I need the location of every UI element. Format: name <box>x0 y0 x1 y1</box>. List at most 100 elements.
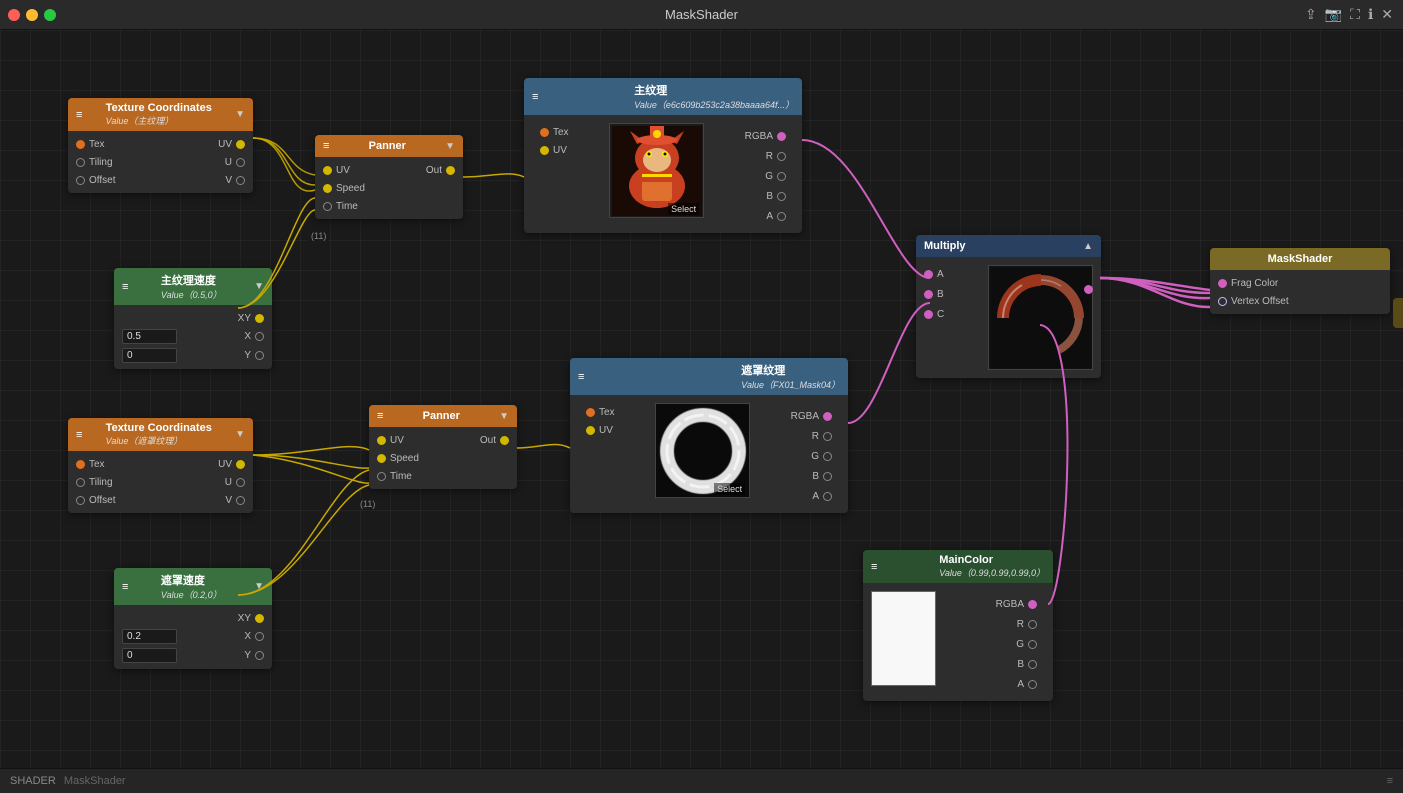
panner-menu-icon-2[interactable]: ≡ <box>377 410 383 422</box>
texsample-b-socket-2[interactable] <box>823 472 832 481</box>
save-button[interactable]: ⬇ <box>1393 298 1403 328</box>
u-socket-2[interactable] <box>236 478 245 487</box>
panner-speed-socket-1[interactable] <box>323 184 332 193</box>
panner-uv-row-2: UV Out <box>369 431 517 449</box>
tex-coord-menu-icon-2[interactable]: ≡ <box>76 429 82 441</box>
uv-socket-1[interactable] <box>236 140 245 149</box>
texsample-b-row-2: B <box>804 467 840 485</box>
maincolor-r-row: R <box>1009 615 1045 633</box>
tiling-socket-2[interactable] <box>76 478 85 487</box>
texsample-menu-icon-2[interactable]: ≡ <box>578 371 584 383</box>
texsample-g-socket-2[interactable] <box>823 452 832 461</box>
maskshader-title: MaskShader <box>1268 253 1333 265</box>
panner-menu-icon-1[interactable]: ≡ <box>323 140 329 152</box>
offset-socket-1[interactable] <box>76 176 85 185</box>
texsample-title-block-2: 遮罩纹理 Value（FX01_Mask04） <box>741 362 840 391</box>
maincolor-node: ≡ MainColor Value（0.99,0.99,0.99,0） RGBA… <box>863 550 1053 701</box>
speed-x-input-1[interactable] <box>122 329 177 344</box>
texsample-uv-socket-1[interactable] <box>540 146 549 155</box>
wire-count-label-2: (11) <box>357 498 378 510</box>
speed-xy-socket-1[interactable] <box>255 314 264 323</box>
tiling-socket-1[interactable] <box>76 158 85 167</box>
texsample-rgba-socket-2[interactable] <box>823 412 832 421</box>
info-icon[interactable]: ℹ <box>1368 6 1373 23</box>
texsample-g-socket-1[interactable] <box>777 172 786 181</box>
bottombar-icon[interactable]: ≡ <box>1387 775 1393 787</box>
tex-coord-dropdown-2[interactable]: ▼ <box>235 429 245 440</box>
u-socket-1[interactable] <box>236 158 245 167</box>
texsample-r-socket-1[interactable] <box>777 152 786 161</box>
titlebar: MaskShader ⇪ 📷 ⛶ ℹ ✕ <box>0 0 1403 30</box>
uv-socket-2[interactable] <box>236 460 245 469</box>
speed-y-socket-2[interactable] <box>255 651 264 660</box>
multiply-c-socket[interactable] <box>924 310 933 319</box>
panner-uv-socket-2[interactable] <box>377 436 386 445</box>
maincolor-b-socket[interactable] <box>1028 660 1037 669</box>
close-button[interactable] <box>8 9 20 21</box>
v-socket-2[interactable] <box>236 496 245 505</box>
speed-subtitle-2: Value（0.2,0） <box>161 588 222 601</box>
maskshader-fragcolor-socket[interactable] <box>1218 279 1227 288</box>
panner-uv-socket-in-1[interactable] <box>323 166 332 175</box>
maincolor-rgba-socket[interactable] <box>1028 600 1037 609</box>
tex-socket-2[interactable] <box>76 460 85 469</box>
texsample-rgba-socket-1[interactable] <box>777 132 786 141</box>
multiply-a-row: A <box>916 265 952 283</box>
multiply-out-socket[interactable] <box>1084 285 1093 294</box>
tex-label-1: Tex <box>89 139 159 150</box>
panner-time-socket-2[interactable] <box>377 472 386 481</box>
menu-icon[interactable]: ≡ <box>76 109 82 121</box>
panner-dropdown-1[interactable]: ▼ <box>445 141 455 152</box>
maincolor-menu-icon[interactable]: ≡ <box>871 561 877 573</box>
tex-coord-dropdown-1[interactable]: ▼ <box>235 109 245 120</box>
speed-y-input-1[interactable] <box>122 348 177 363</box>
speed-dropdown-2[interactable]: ▼ <box>254 581 264 592</box>
titlebar-controls[interactable] <box>8 9 56 21</box>
share-icon[interactable]: ⇪ <box>1305 6 1317 23</box>
texsample-select-label-1[interactable]: Select <box>668 203 699 215</box>
texsample-r-socket-2[interactable] <box>823 432 832 441</box>
texsample-tex-socket-2[interactable] <box>586 408 595 417</box>
speed-x-socket-1[interactable] <box>255 332 264 341</box>
texsample-menu-icon-1[interactable]: ≡ <box>532 91 538 103</box>
maincolor-a-socket[interactable] <box>1028 680 1037 689</box>
maincolor-r-socket[interactable] <box>1028 620 1037 629</box>
speed-x-input-2[interactable] <box>122 629 177 644</box>
texsample-a-socket-1[interactable] <box>777 212 786 221</box>
camera-icon[interactable]: 📷 <box>1325 6 1342 23</box>
panner-header-2: ≡ Panner ▼ <box>369 405 517 427</box>
speed-dropdown-1[interactable]: ▼ <box>254 281 264 292</box>
maskshader-vertexoffset-socket[interactable] <box>1218 297 1227 306</box>
texsample-uv-socket-2[interactable] <box>586 426 595 435</box>
texsample-tex-row-2: Tex <box>578 403 623 421</box>
maximize-button[interactable] <box>44 9 56 21</box>
maskshader-header: MaskShader <box>1210 248 1390 270</box>
multiply-collapse[interactable]: ▲ <box>1083 241 1093 252</box>
multiply-a-socket[interactable] <box>924 270 933 279</box>
texsample-b-socket-1[interactable] <box>777 192 786 201</box>
panner-speed-socket-2[interactable] <box>377 454 386 463</box>
texsample-tex-socket-1[interactable] <box>540 128 549 137</box>
panner-time-socket-1[interactable] <box>323 202 332 211</box>
v-socket-1[interactable] <box>236 176 245 185</box>
panner-out-socket-2[interactable] <box>500 436 509 445</box>
speed-y-input-2[interactable] <box>122 648 177 663</box>
minimize-button[interactable] <box>26 9 38 21</box>
maincolor-swatch[interactable] <box>871 591 936 686</box>
tex-socket-out-1[interactable] <box>76 140 85 149</box>
speed-y-socket-1[interactable] <box>255 351 264 360</box>
multiply-b-socket[interactable] <box>924 290 933 299</box>
panner-out-socket-1[interactable] <box>446 166 455 175</box>
maincolor-g-socket[interactable] <box>1028 640 1037 649</box>
texsample-a-socket-2[interactable] <box>823 492 832 501</box>
texsample-select-label-2[interactable]: Select <box>714 483 745 495</box>
close-icon[interactable]: ✕ <box>1381 6 1393 23</box>
speed-xy-socket-2[interactable] <box>255 614 264 623</box>
speed-menu-icon-2[interactable]: ≡ <box>122 581 128 593</box>
speed-title-block-1: 主纹理速度 Value（0.5,0） <box>161 272 222 301</box>
panner-dropdown-2[interactable]: ▼ <box>499 411 509 422</box>
speed-x-socket-2[interactable] <box>255 632 264 641</box>
offset-socket-2[interactable] <box>76 496 85 505</box>
expand-icon[interactable]: ⛶ <box>1350 6 1360 23</box>
speed-menu-icon-1[interactable]: ≡ <box>122 281 128 293</box>
